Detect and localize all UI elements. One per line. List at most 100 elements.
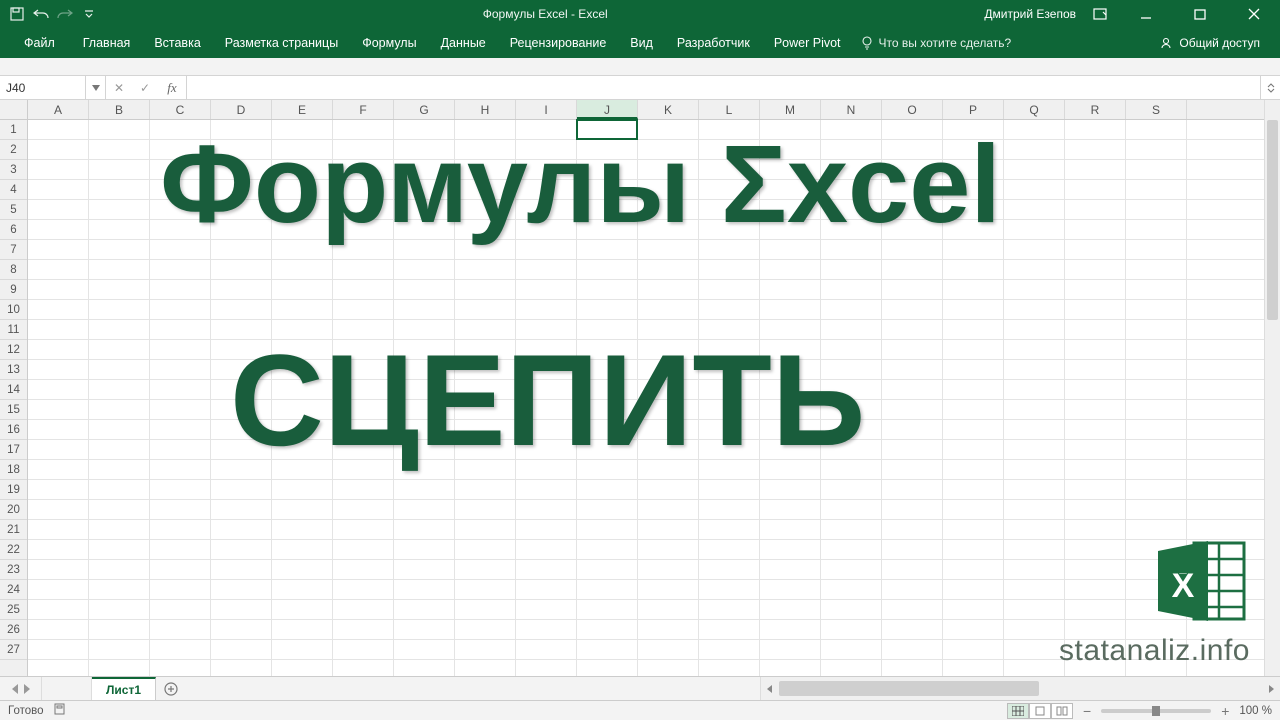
column-header[interactable]: R	[1065, 100, 1126, 119]
sheet-nav-buttons[interactable]	[0, 677, 42, 700]
row-header[interactable]: 10	[0, 300, 27, 320]
row-header[interactable]: 18	[0, 460, 27, 480]
row-header[interactable]: 15	[0, 400, 27, 420]
row-header[interactable]: 13	[0, 360, 27, 380]
row-header[interactable]: 2	[0, 140, 27, 160]
column-header[interactable]: M	[760, 100, 821, 119]
column-header[interactable]: I	[516, 100, 577, 119]
name-box-dropdown[interactable]	[86, 76, 106, 99]
vertical-scroll-thumb[interactable]	[1267, 120, 1278, 320]
view-page-break-button[interactable]	[1051, 703, 1073, 719]
column-header[interactable]: D	[211, 100, 272, 119]
row-header[interactable]: 24	[0, 580, 27, 600]
save-icon[interactable]	[8, 5, 26, 23]
view-page-layout-button[interactable]	[1029, 703, 1051, 719]
horizontal-scrollbar[interactable]	[760, 677, 1280, 700]
row-header[interactable]: 12	[0, 340, 27, 360]
qat-customize-icon[interactable]	[80, 5, 98, 23]
column-header[interactable]: N	[821, 100, 882, 119]
ribbon-display-icon[interactable]	[1086, 0, 1114, 28]
row-header[interactable]: 7	[0, 240, 27, 260]
row-header[interactable]: 3	[0, 160, 27, 180]
tab-review[interactable]: Рецензирование	[498, 28, 619, 58]
zoom-out-button[interactable]: −	[1083, 703, 1091, 719]
column-header[interactable]: L	[699, 100, 760, 119]
row-header[interactable]: 4	[0, 180, 27, 200]
expand-formula-bar-icon[interactable]	[1260, 76, 1280, 99]
row-header[interactable]: 17	[0, 440, 27, 460]
share-button[interactable]: Общий доступ	[1147, 36, 1272, 50]
row-header[interactable]: 26	[0, 620, 27, 640]
row-header[interactable]: 21	[0, 520, 27, 540]
scroll-left-icon	[765, 684, 775, 694]
row-header[interactable]: 6	[0, 220, 27, 240]
macro-record-icon[interactable]	[54, 703, 68, 718]
row-header[interactable]: 22	[0, 540, 27, 560]
tab-insert[interactable]: Вставка	[142, 28, 212, 58]
undo-icon[interactable]	[32, 5, 50, 23]
column-header[interactable]: O	[882, 100, 943, 119]
redo-icon[interactable]	[56, 5, 74, 23]
formula-input[interactable]	[187, 76, 1260, 99]
zoom-slider-thumb[interactable]	[1152, 706, 1160, 716]
row-header[interactable]: 19	[0, 480, 27, 500]
column-header[interactable]: G	[394, 100, 455, 119]
column-header[interactable]: H	[455, 100, 516, 119]
cancel-formula-icon[interactable]: ✕	[106, 81, 132, 95]
column-header[interactable]: C	[150, 100, 211, 119]
view-normal-button[interactable]	[1007, 703, 1029, 719]
new-sheet-button[interactable]	[156, 677, 186, 700]
tab-home[interactable]: Главная	[71, 28, 143, 58]
row-header[interactable]: 5	[0, 200, 27, 220]
tab-view[interactable]: Вид	[618, 28, 665, 58]
tab-page-layout[interactable]: Разметка страницы	[213, 28, 350, 58]
column-header[interactable]: B	[89, 100, 150, 119]
row-header[interactable]: 11	[0, 320, 27, 340]
row-header[interactable]: 27	[0, 640, 27, 660]
row-header[interactable]: 1	[0, 120, 27, 140]
vertical-scrollbar[interactable]	[1264, 100, 1280, 676]
user-name[interactable]: Дмитрий Езепов	[984, 7, 1076, 21]
ribbon-tabs: Файл Главная Вставка Разметка страницы Ф…	[0, 28, 1280, 58]
excel-logo-icon: _ X	[1154, 537, 1250, 625]
row-header[interactable]: 25	[0, 600, 27, 620]
tab-file[interactable]: Файл	[8, 28, 71, 58]
tab-data[interactable]: Данные	[429, 28, 498, 58]
enter-formula-icon[interactable]: ✓	[132, 81, 158, 95]
sheet-tab-bar: Лист1	[0, 676, 1280, 700]
tell-me-label: Что вы хотите сделать?	[879, 36, 1012, 50]
column-header[interactable]: Q	[1004, 100, 1065, 119]
name-box[interactable]: J40	[0, 76, 86, 99]
column-header[interactable]: S	[1126, 100, 1187, 119]
spreadsheet-grid[interactable]: ABCDEFGHIJKLMNOPQRS 12345678910111213141…	[0, 100, 1280, 676]
row-header[interactable]: 8	[0, 260, 27, 280]
zoom-slider[interactable]	[1101, 709, 1211, 713]
tab-developer[interactable]: Разработчик	[665, 28, 762, 58]
close-button[interactable]	[1232, 0, 1276, 28]
column-header[interactable]: E	[272, 100, 333, 119]
tab-formulas[interactable]: Формулы	[350, 28, 428, 58]
row-header[interactable]: 16	[0, 420, 27, 440]
row-header[interactable]: 23	[0, 560, 27, 580]
sheet-tab-active[interactable]: Лист1	[92, 677, 156, 700]
row-header[interactable]: 9	[0, 280, 27, 300]
watermark: _ X statanaliz.info	[1059, 537, 1250, 668]
column-header[interactable]: P	[943, 100, 1004, 119]
tell-me-search[interactable]: Что вы хотите сделать?	[861, 36, 1012, 50]
select-all-corner[interactable]	[0, 100, 28, 119]
column-header[interactable]: K	[638, 100, 699, 119]
tab-power-pivot[interactable]: Power Pivot	[762, 28, 853, 58]
column-header[interactable]: J	[577, 100, 638, 119]
row-header[interactable]: 14	[0, 380, 27, 400]
insert-function-icon[interactable]: fx	[158, 80, 186, 96]
title-right: Дмитрий Езепов	[984, 0, 1280, 28]
row-header[interactable]: 20	[0, 500, 27, 520]
zoom-in-button[interactable]: +	[1221, 703, 1229, 719]
column-header[interactable]: F	[333, 100, 394, 119]
maximize-button[interactable]	[1178, 0, 1222, 28]
column-header[interactable]: A	[28, 100, 89, 119]
ribbon-body-collapsed	[0, 58, 1280, 76]
horizontal-scroll-thumb[interactable]	[779, 681, 1039, 696]
zoom-level[interactable]: 100 %	[1239, 705, 1272, 717]
minimize-button[interactable]	[1124, 0, 1168, 28]
